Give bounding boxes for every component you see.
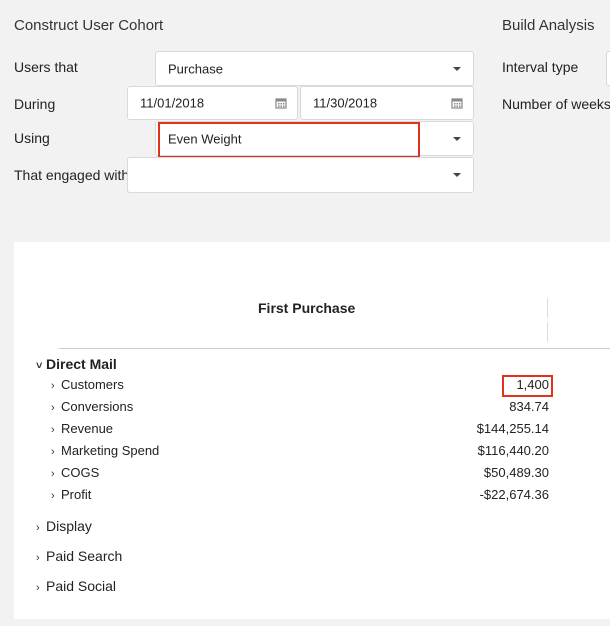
interval-type-label: Interval type [502,59,579,75]
results-panel: First Purchase ˅ Direct Mail › Customers 1… [14,242,610,619]
calendar-icon[interactable] [275,97,287,109]
chevron-right-icon: › [51,446,55,458]
marketing-spend-value: $116,440.20 [477,443,549,458]
chevron-right-icon: › [36,582,40,594]
cohort-section-title: Construct User Cohort [14,17,164,34]
group-label: Display [46,518,92,534]
column-header-first-purchase: First Purchase [258,300,356,316]
group-label: Paid Search [46,548,123,564]
chevron-right-icon: › [51,402,55,414]
chevron-right-icon: › [51,490,55,502]
number-of-weeks-label: Number of weeks [502,96,610,112]
column-divider [547,322,548,342]
start-date-input[interactable]: 11/01/2018 [127,86,298,120]
end-date-value: 11/30/2018 [313,95,378,111]
group-display[interactable]: › Display [36,518,92,534]
row-profit[interactable]: › Profit [51,487,91,502]
chevron-right-icon: › [51,424,55,436]
row-conversions[interactable]: › Conversions [51,399,133,414]
users-that-label: Users that [14,59,78,75]
chevron-down-icon: ˅ [36,360,43,372]
group-label: Paid Social [46,578,117,594]
calendar-icon[interactable] [451,97,463,109]
cogs-value: $50,489.30 [483,465,549,480]
group-direct-mail[interactable]: ˅ Direct Mail [36,356,117,372]
caret-down-icon [453,66,461,71]
chevron-right-icon: › [36,552,40,564]
row-label: COGS [61,465,100,480]
conversions-value: 834.74 [509,399,549,414]
start-date-value: 11/01/2018 [140,95,205,111]
row-revenue[interactable]: › Revenue [51,421,113,436]
row-label: Marketing Spend [61,443,160,458]
customers-highlight-box [502,375,553,397]
group-label: Direct Mail [46,356,117,372]
column-divider [547,298,548,318]
revenue-value: $144,255.14 [476,421,549,436]
chevron-right-icon: › [51,468,55,480]
row-label: Conversions [61,399,134,414]
users-that-select[interactable]: Purchase [155,51,474,86]
chevron-right-icon: › [36,522,40,534]
row-customers[interactable]: › Customers [51,377,124,392]
caret-down-icon [453,136,461,141]
group-paid-search[interactable]: › Paid Search [36,548,122,564]
engaged-with-select[interactable] [127,157,474,193]
profit-value: -$22,674.36 [479,487,549,502]
caret-down-icon [453,173,461,177]
end-date-input[interactable]: 11/30/2018 [300,86,474,120]
chevron-right-icon: › [51,380,55,392]
users-that-value: Purchase [168,61,223,76]
row-label: Revenue [61,421,114,436]
group-paid-social[interactable]: › Paid Social [36,578,116,594]
row-marketing-spend[interactable]: › Marketing Spend [51,443,159,458]
during-label: During [14,96,56,112]
row-cogs[interactable]: › COGS [51,465,99,480]
using-highlight-box [158,122,420,158]
using-label: Using [14,130,50,146]
interval-type-select[interactable] [606,51,610,86]
analysis-section-title: Build Analysis [502,17,595,34]
row-label: Customers [61,377,124,392]
row-label: Profit [61,487,92,502]
engaged-with-label: That engaged with [14,167,130,183]
header-rule [59,348,610,349]
